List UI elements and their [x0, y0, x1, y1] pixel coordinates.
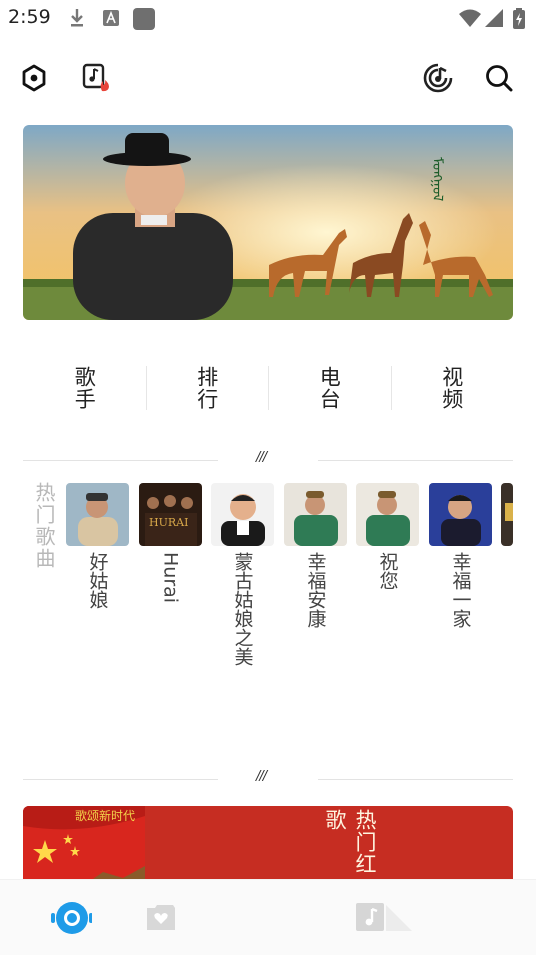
song-item[interactable]: 祝您	[356, 483, 419, 590]
download-icon	[71, 9, 83, 27]
discover-icon	[51, 902, 92, 934]
nav-discover[interactable]	[50, 900, 92, 936]
section-divider: ///	[23, 769, 513, 786]
song-cover	[211, 483, 274, 546]
song-cover-text: HURAI	[149, 516, 188, 529]
song-cover	[66, 483, 129, 546]
category-label: 排行	[194, 366, 219, 410]
status-bar: 2:59	[0, 0, 536, 36]
status-time: 2:59	[8, 6, 51, 28]
banner-script: ᠮᠣᠩᠭᠣᠯ	[429, 157, 445, 201]
section-divider: ///	[23, 450, 513, 467]
song-title: Hurai	[159, 552, 182, 604]
category-singers[interactable]: 歌手	[23, 360, 146, 416]
category-radio[interactable]: 电台	[268, 360, 391, 416]
category-label: 电台	[317, 366, 342, 410]
nav-player[interactable]	[352, 900, 422, 936]
hot-music-button[interactable]	[78, 60, 114, 96]
hot-songs-title: 热门歌曲	[32, 482, 56, 570]
divider-mark: ///	[256, 769, 267, 784]
category-nav: 歌手 排行 电台 视频	[23, 360, 513, 416]
song-item[interactable]: 蒙古姑娘之美	[211, 483, 274, 666]
search-button[interactable]	[481, 60, 517, 96]
song-item[interactable]: 好姑娘	[66, 483, 129, 609]
song-item[interactable]: HURAI Hurai	[139, 483, 202, 603]
cell-signal-icon	[485, 9, 503, 27]
red-songs-card[interactable]: 歌颂新时代 热门红歌	[23, 806, 513, 886]
song-cover	[284, 483, 347, 546]
banner-carousel[interactable]: ᠮᠣᠩᠭᠣᠯ	[23, 125, 513, 320]
bottom-nav	[0, 879, 536, 955]
song-title: 祝您	[376, 552, 399, 590]
song-cover	[501, 483, 513, 546]
text-app-icon	[103, 10, 119, 26]
song-item[interactable]: 幸福一家	[429, 483, 492, 628]
settings-icon	[22, 64, 46, 92]
settings-button[interactable]	[16, 60, 52, 96]
favorites-icon	[147, 905, 175, 930]
song-cover	[429, 483, 492, 546]
battery-charging-icon	[513, 8, 525, 29]
hot-music-icon	[82, 63, 109, 92]
music-radar-button[interactable]	[420, 60, 456, 96]
song-title: 幸福一家	[449, 552, 472, 628]
promo-title: 热门红歌	[323, 809, 377, 875]
category-videos[interactable]: 视频	[390, 360, 514, 416]
category-charts[interactable]: 排行	[145, 360, 269, 416]
song-title: 幸福安康	[304, 552, 327, 628]
wifi-icon	[459, 9, 481, 27]
music-radar-icon	[423, 63, 453, 93]
song-cover	[356, 483, 419, 546]
divider-mark: ///	[256, 450, 267, 465]
player-music-icon	[356, 903, 412, 931]
song-title: 好姑娘	[86, 552, 109, 609]
song-item[interactable]: 幸福安康	[284, 483, 347, 628]
promo-subtitle: 歌颂新时代	[75, 809, 136, 823]
song-cover: HURAI	[139, 483, 202, 546]
nav-favorites[interactable]	[140, 900, 182, 936]
song-item-partial[interactable]	[501, 483, 513, 546]
app-notification-icon	[133, 8, 155, 30]
top-app-bar	[0, 52, 536, 104]
song-title: 蒙古姑娘之美	[231, 552, 254, 666]
category-label: 视频	[439, 366, 464, 410]
search-icon	[486, 65, 513, 92]
category-label: 歌手	[72, 366, 97, 410]
banner-image: ᠮᠣᠩᠭᠣᠯ	[23, 125, 513, 320]
